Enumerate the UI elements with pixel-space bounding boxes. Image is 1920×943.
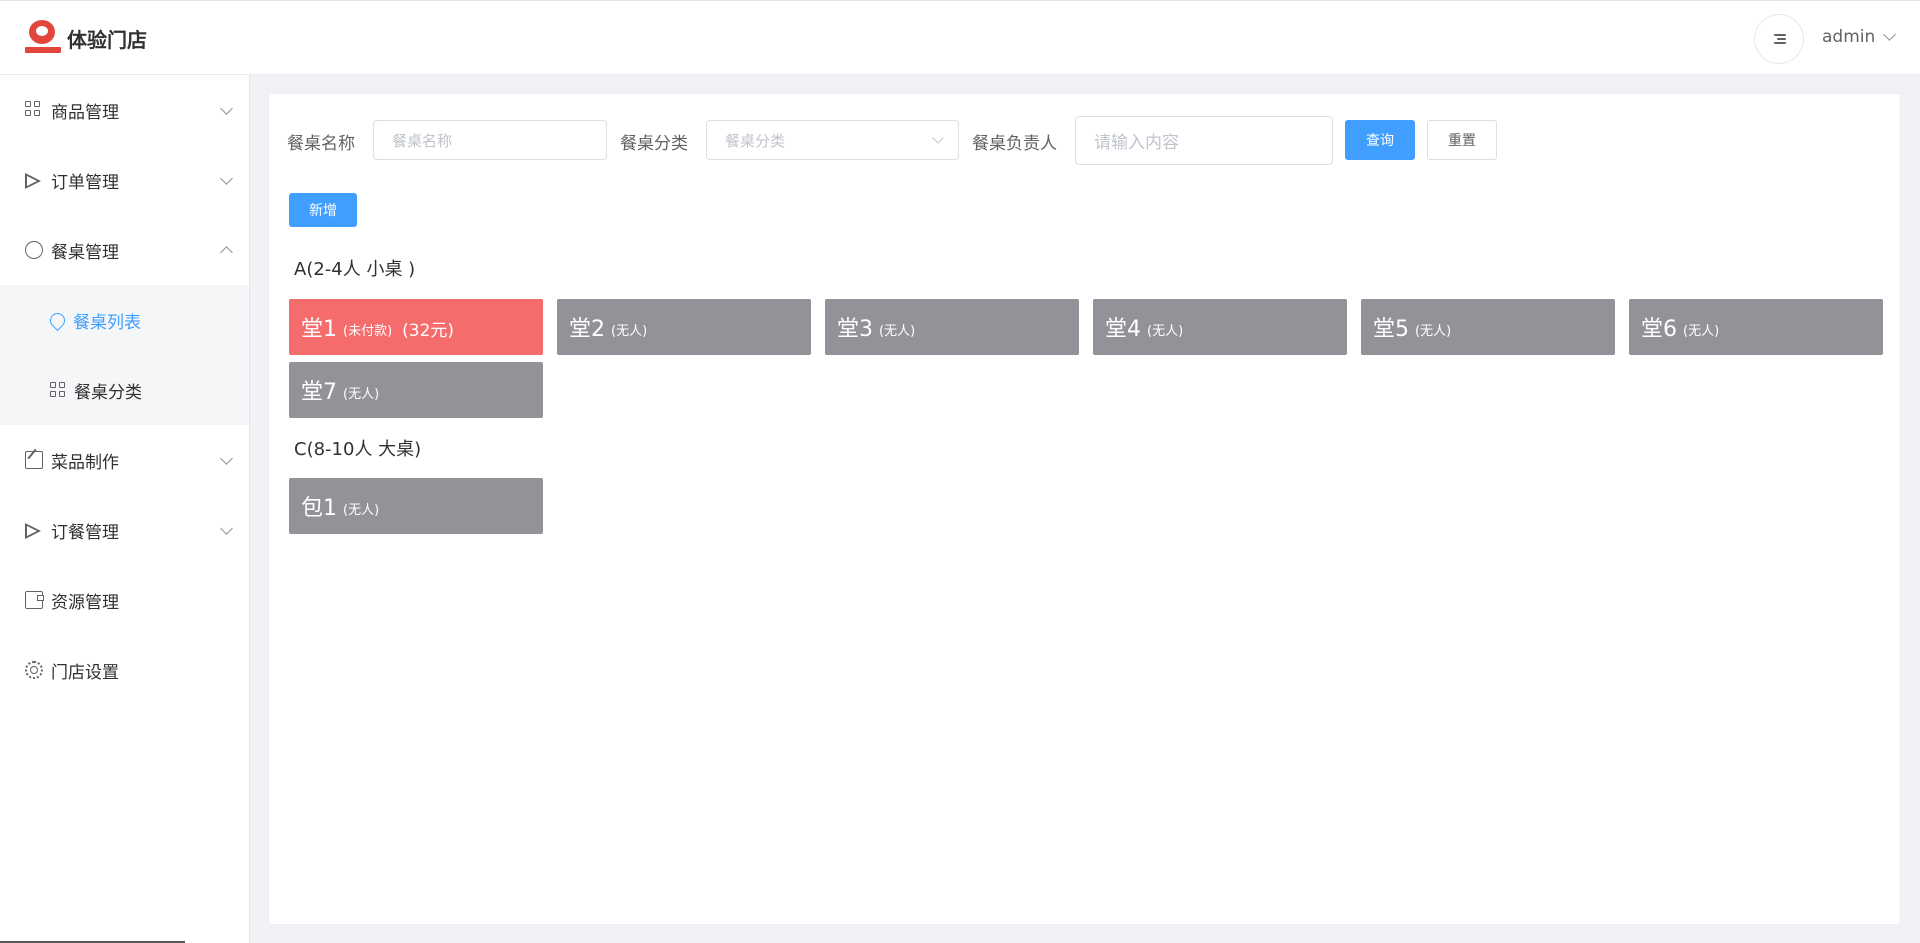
- logo-icon: [25, 18, 61, 58]
- sidebar-item-reservations[interactable]: 订餐管理: [0, 495, 249, 565]
- send-icon: [25, 171, 43, 189]
- sidebar-subitem-table-list[interactable]: 餐桌列表: [0, 285, 249, 355]
- submenu-tables: 餐桌列表 餐桌分类: [0, 285, 249, 425]
- chevron-down-icon: [220, 452, 233, 465]
- sidebar-item-store-settings[interactable]: 门店设置: [0, 635, 249, 705]
- sidebar-item-label: 门店设置: [51, 662, 119, 683]
- top-header: 体验门店 admin: [0, 0, 1920, 75]
- table-status: (无人): [1147, 323, 1184, 339]
- menu-icon: [1772, 34, 1786, 44]
- sidebar-item-label: 商品管理: [51, 102, 119, 123]
- table-name: 堂3: [837, 317, 873, 342]
- grid-icon: [25, 101, 43, 119]
- table-status: (无人): [1415, 323, 1452, 339]
- table-name: 堂7: [301, 380, 337, 405]
- query-button[interactable]: 查询: [1345, 120, 1415, 160]
- sidebar-item-resources[interactable]: 资源管理: [0, 565, 249, 635]
- table-card[interactable]: 堂7 (无人): [289, 362, 543, 418]
- table-category-select[interactable]: 餐桌分类: [706, 120, 959, 160]
- table-name-placeholder: 餐桌名称: [392, 131, 453, 150]
- sidebar-item-label: 资源管理: [51, 592, 119, 613]
- table-name: 堂1: [301, 317, 337, 342]
- table-amount: (32元): [402, 320, 455, 341]
- table-owner-input[interactable]: 请输入内容: [1075, 116, 1333, 165]
- sidebar-item-label: 订餐管理: [51, 522, 119, 543]
- table-name: 堂2: [569, 317, 605, 342]
- table-name: 堂6: [1641, 317, 1677, 342]
- sidebar-item-label: 订单管理: [51, 172, 119, 193]
- reset-button[interactable]: 重置: [1427, 120, 1497, 160]
- chevron-down-icon: [932, 132, 944, 144]
- table-card[interactable]: 堂4 (无人): [1093, 299, 1347, 355]
- table-status: (无人): [343, 386, 380, 402]
- table-category-placeholder: 餐桌分类: [725, 131, 786, 150]
- table-status: (无人): [879, 323, 916, 339]
- table-status: (无人): [1683, 323, 1720, 339]
- table-card[interactable]: 堂5 (无人): [1361, 299, 1615, 355]
- table-card[interactable]: 堂3 (无人): [825, 299, 1079, 355]
- chevron-down-icon: [220, 102, 233, 115]
- wallet-icon: [25, 591, 44, 609]
- sidebar-item-products[interactable]: 商品管理: [0, 75, 249, 145]
- edit-icon: [25, 451, 43, 469]
- table-owner-placeholder: 请输入内容: [1094, 133, 1179, 153]
- main-panel: 餐桌名称 餐桌名称 餐桌分类 餐桌分类 餐桌负责人 请输入内容 查询 重置 新增…: [268, 93, 1901, 925]
- chevron-up-icon: [220, 246, 233, 259]
- table-name: 包1: [301, 496, 337, 521]
- table-card[interactable]: 包1 (无人): [289, 478, 543, 534]
- sidebar: 商品管理 订单管理 餐桌管理 餐桌列表 餐桌分类 菜品制作 订餐管理 资源管理 …: [0, 75, 250, 943]
- table-category-label: 餐桌分类: [620, 134, 688, 154]
- send-icon: [25, 521, 43, 539]
- chevron-down-icon: [220, 172, 233, 185]
- collapse-menu-button[interactable]: [1754, 14, 1804, 64]
- gear-icon: [25, 661, 43, 679]
- chevron-down-icon: [1883, 28, 1897, 41]
- chat-bubble-icon: [25, 241, 43, 259]
- table-card[interactable]: 堂6 (无人): [1629, 299, 1883, 355]
- sidebar-item-tables[interactable]: 餐桌管理: [0, 215, 249, 285]
- table-name: 堂4: [1105, 317, 1141, 342]
- brand[interactable]: 体验门店: [25, 18, 147, 58]
- table-name-input[interactable]: 餐桌名称: [373, 120, 607, 160]
- sidebar-item-label: 菜品制作: [51, 452, 119, 473]
- table-card[interactable]: 堂1 (未付款) (32元): [289, 299, 543, 355]
- sidebar-subitem-table-category[interactable]: 餐桌分类: [0, 355, 249, 425]
- table-name-label: 餐桌名称: [287, 134, 355, 154]
- user-dropdown[interactable]: admin: [1822, 27, 1897, 47]
- table-status: (未付款): [343, 323, 393, 339]
- sidebar-item-label: 餐桌管理: [51, 242, 119, 263]
- table-name: 堂5: [1373, 317, 1409, 342]
- table-card[interactable]: 堂2 (无人): [557, 299, 811, 355]
- grid-icon: [50, 382, 66, 398]
- table-group-title: A(2-4人 小桌 ): [294, 259, 416, 280]
- username: admin: [1822, 27, 1876, 47]
- sidebar-subitem-label: 餐桌列表: [73, 312, 141, 333]
- sidebar-item-orders[interactable]: 订单管理: [0, 145, 249, 215]
- chevron-down-icon: [220, 522, 233, 535]
- add-button[interactable]: 新增: [289, 193, 357, 227]
- sidebar-subitem-label: 餐桌分类: [74, 382, 142, 403]
- sidebar-item-dishes[interactable]: 菜品制作: [0, 425, 249, 495]
- map-pin-icon: [46, 309, 69, 331]
- table-status: (无人): [611, 323, 648, 339]
- shop-name: 体验门店: [67, 27, 147, 52]
- table-status: (无人): [343, 502, 380, 518]
- table-group-title: C(8-10人 大桌): [294, 439, 422, 460]
- table-owner-label: 餐桌负责人: [972, 134, 1057, 154]
